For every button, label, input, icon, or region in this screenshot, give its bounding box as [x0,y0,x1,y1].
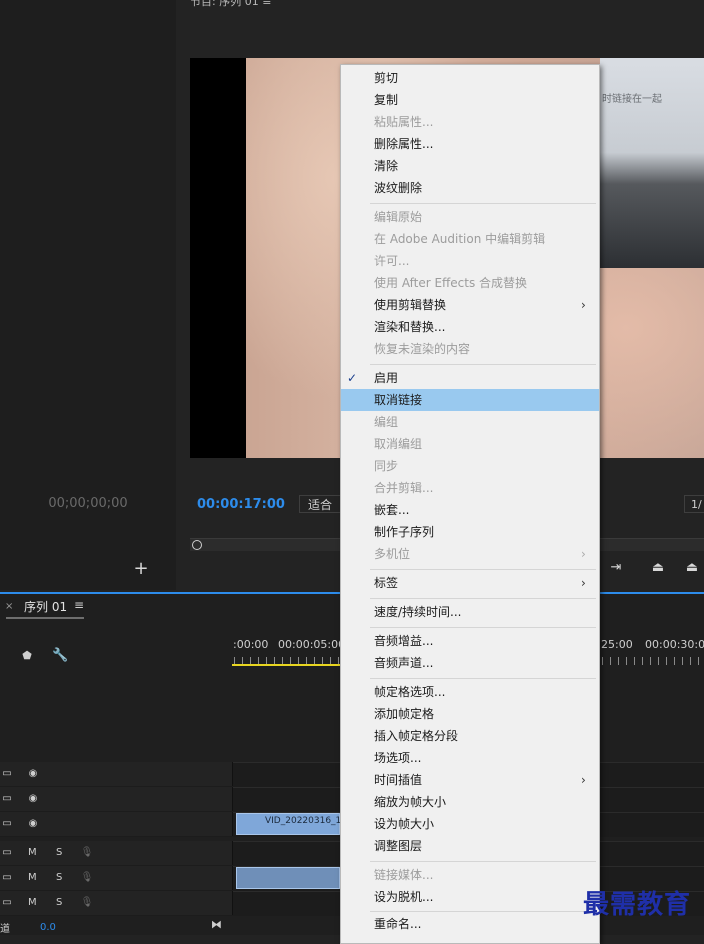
menu-item-make-subsequence[interactable]: 制作子序列 [341,521,599,543]
close-icon[interactable]: × [5,601,13,612]
submenu-arrow-icon: › [581,547,586,561]
menu-item-copy[interactable]: 复制 [341,89,599,111]
film-icon[interactable]: ▭ [0,768,14,780]
menu-item-edit-original[interactable]: 编辑原始 [341,206,599,228]
ruler-label: 00:00:05:00 [278,638,346,651]
ruler-label: 00:00:30:00 [645,638,704,651]
menu-item-replace-with-ae[interactable]: 使用 After Effects 合成替换 [341,272,599,294]
menu-item-link-media[interactable]: 链接媒体... [341,864,599,886]
menu-item-restore-unrendered[interactable]: 恢复未渲染的内容 [341,338,599,360]
menu-item-insert-frame-hold-segment[interactable]: 插入帧定格分段 [341,725,599,747]
work-area-bar[interactable] [232,664,342,666]
ruler-label: 25:00 [601,638,633,651]
menu-item-frame-hold-options[interactable]: 帧定格选项... [341,681,599,703]
ruler-label: :00:00 [233,638,269,651]
video-caption-text: 时链接在一起 [602,94,662,105]
mute-button[interactable]: M [28,847,37,858]
menu-separator [370,911,596,912]
menu-item-audio-gain[interactable]: 音频增益... [341,630,599,652]
menu-item-multi-camera[interactable]: 多机位 › [341,543,599,565]
solo-button[interactable]: S [56,897,62,908]
menu-item-time-interpolation[interactable]: 时间插值 › [341,769,599,791]
playhead-handle[interactable] [192,540,202,550]
menu-item-synchronize[interactable]: 同步 [341,455,599,477]
menu-item-replace-with-clip[interactable]: 使用剪辑替换 › [341,294,599,316]
solo-button[interactable]: S [56,872,62,883]
menu-item-remove-attributes[interactable]: 删除属性... [341,133,599,155]
marker-icon[interactable]: ⬟ [20,649,34,663]
eye-icon[interactable]: ◉ [26,818,40,830]
submenu-arrow-icon: › [581,298,586,312]
lift-icon[interactable]: ⏏ [648,560,668,576]
menu-separator [370,861,596,862]
menu-item-label[interactable]: 标签 › [341,572,599,594]
microphone-icon[interactable]: 🎙 [80,847,94,859]
checkmark-icon: ✓ [347,371,358,385]
fit-dropdown[interactable]: 适合 [299,495,341,513]
menu-item-license[interactable]: 许可... [341,250,599,272]
microphone-icon[interactable]: 🎙 [80,897,94,909]
program-monitor-title[interactable]: 节目: 序列 01 ≡ [190,0,271,9]
mute-button[interactable]: M [28,872,37,883]
menu-item-render-and-replace[interactable]: 渲染和替换... [341,316,599,338]
menu-item-audio-channels[interactable]: 音频声道... [341,652,599,674]
film-icon[interactable]: ▭ [0,897,14,909]
film-icon[interactable]: ▭ [0,872,14,884]
menu-item-scale-to-frame-size[interactable]: 缩放为帧大小 [341,791,599,813]
source-timecode[interactable]: 00;00;00;00 [0,496,176,511]
menu-item-paste-attributes[interactable]: 粘贴属性... [341,111,599,133]
menu-separator [370,203,596,204]
eye-icon[interactable]: ◉ [26,768,40,780]
microphone-icon[interactable]: 🎙 [80,872,94,884]
menu-separator [370,364,596,365]
go-to-end-icon[interactable]: ⧓ [211,918,222,931]
menu-item-edit-in-audition[interactable]: 在 Adobe Audition 中编辑剪辑 [341,228,599,250]
eye-icon[interactable]: ◉ [26,793,40,805]
program-timecode[interactable]: 00:00:17:00 [197,497,285,512]
menu-item-speed-duration[interactable]: 速度/持续时间... [341,601,599,623]
menu-separator [370,569,596,570]
extract-icon[interactable]: ⏏ [682,560,702,576]
menu-item-merge-clips[interactable]: 合并剪辑... [341,477,599,499]
master-volume-value[interactable]: 0.0 [40,922,56,933]
watermark-text: 最需教育 [583,890,692,920]
solo-button[interactable]: S [56,847,62,858]
mute-button[interactable]: M [28,897,37,908]
menu-item-field-options[interactable]: 场选项... [341,747,599,769]
resolution-dropdown[interactable]: 1/ [684,495,704,513]
tab-sequence-01[interactable]: 序列 01 [24,598,67,615]
menu-item-unlink[interactable]: 取消链接 [341,389,599,411]
menu-item-rename[interactable]: 重命名... [341,913,599,935]
menu-item-group[interactable]: 编组 [341,411,599,433]
audio-clip[interactable] [236,867,340,889]
wrench-icon[interactable]: 🔧 [52,648,68,664]
panel-menu-icon[interactable]: ≡ [74,598,84,612]
film-icon[interactable]: ▭ [0,818,14,830]
master-track-label: 道 [0,924,10,935]
menu-separator [370,678,596,679]
menu-item-cut[interactable]: 剪切 [341,67,599,89]
submenu-arrow-icon: › [581,576,586,590]
clip-name: VID_20220316_14 [265,816,348,826]
insert-icon[interactable]: ⇥ [606,560,626,576]
menu-item-enable[interactable]: ✓ 启用 [341,367,599,389]
film-icon[interactable]: ▭ [0,847,14,859]
menu-item-set-to-frame-size[interactable]: 设为帧大小 [341,813,599,835]
menu-item-clear[interactable]: 清除 [341,155,599,177]
menu-item-nest[interactable]: 嵌套... [341,499,599,521]
menu-separator [370,627,596,628]
submenu-arrow-icon: › [581,773,586,787]
tab-underline [6,617,84,619]
menu-item-ripple-delete[interactable]: 波纹删除 [341,177,599,199]
menu-separator [370,598,596,599]
plus-icon[interactable]: + [133,560,149,578]
menu-item-adjustment-layer[interactable]: 调整图层 [341,835,599,857]
film-icon[interactable]: ▭ [0,793,14,805]
menu-item-add-frame-hold[interactable]: 添加帧定格 [341,703,599,725]
menu-item-make-offline[interactable]: 设为脱机... [341,886,599,908]
menu-item-ungroup[interactable]: 取消编组 [341,433,599,455]
